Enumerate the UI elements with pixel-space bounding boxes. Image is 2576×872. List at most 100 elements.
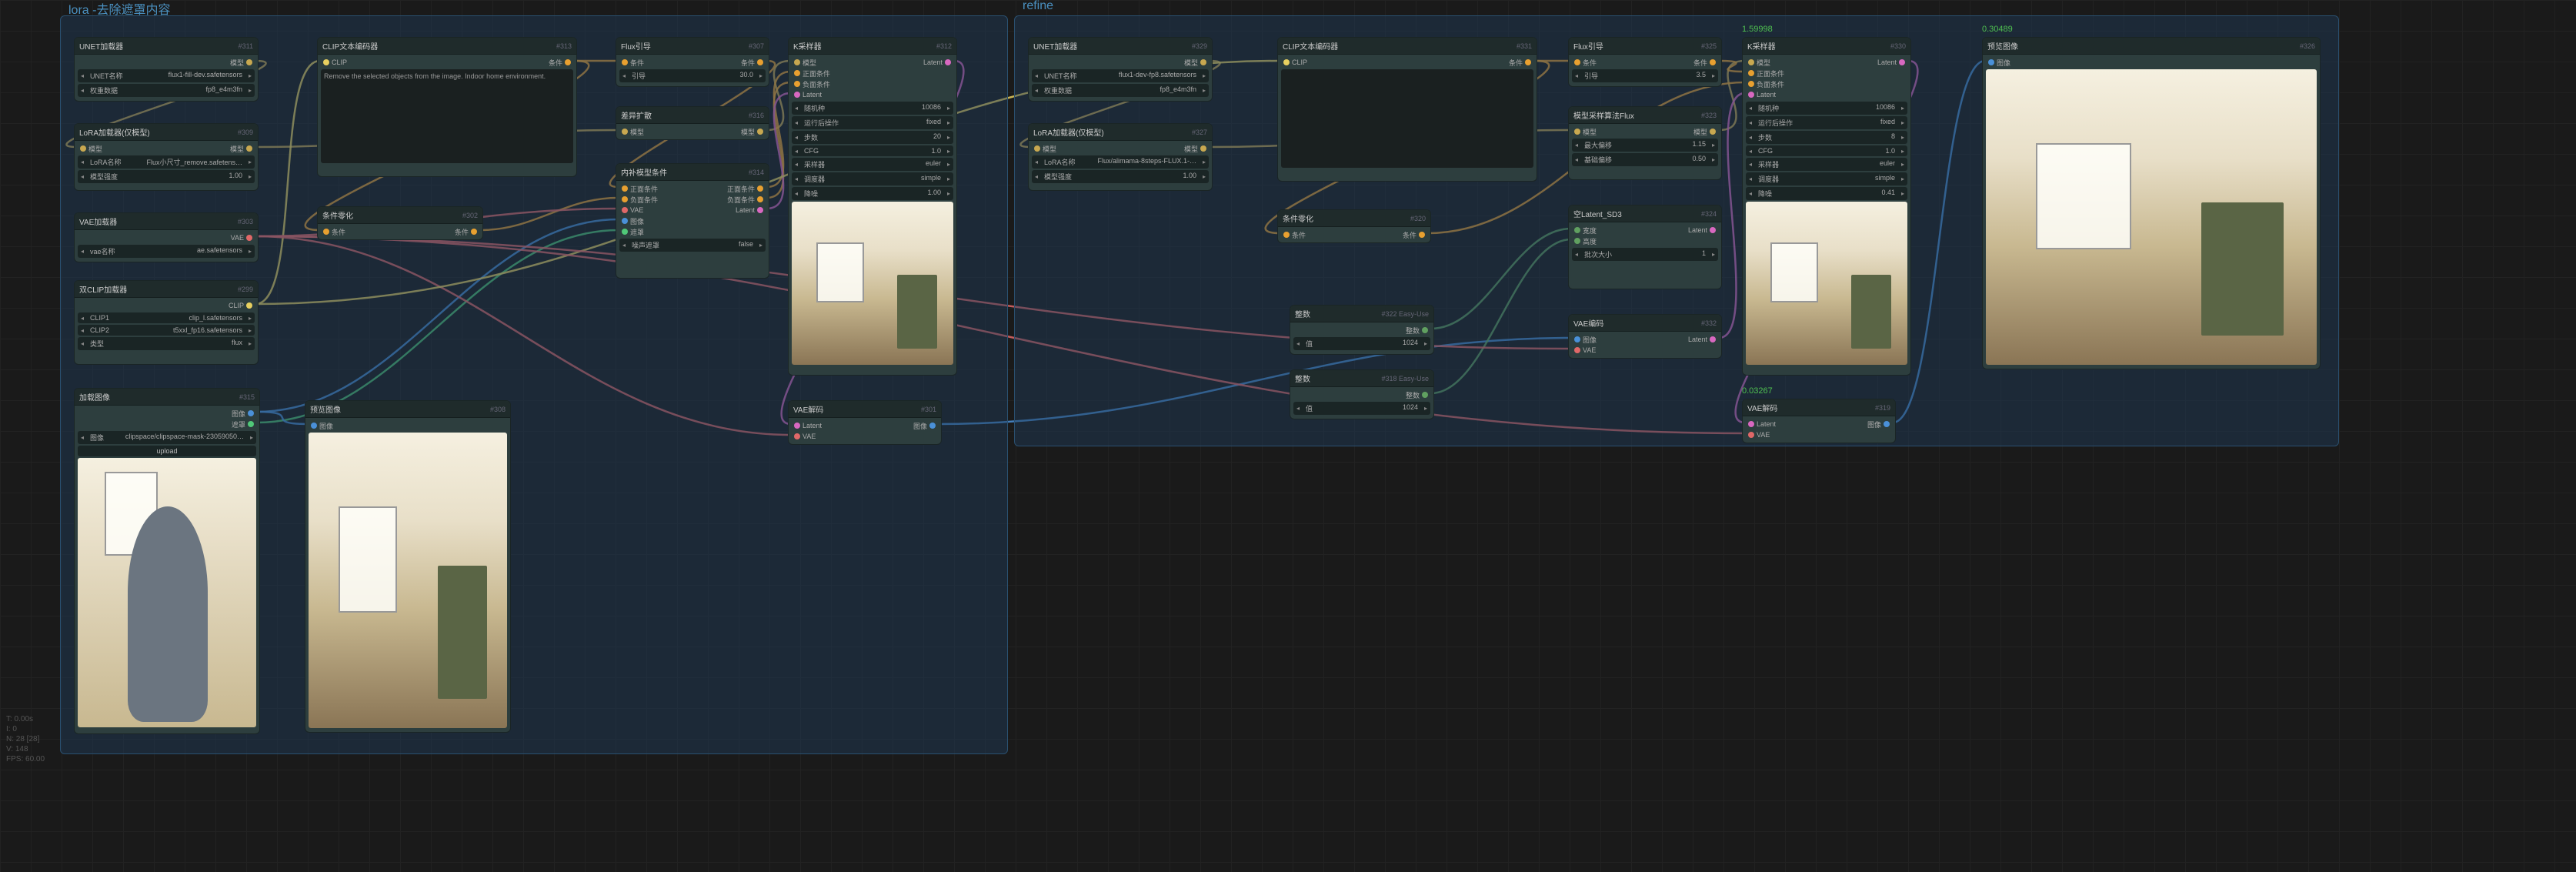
arrow-left-icon[interactable]: ◂ xyxy=(78,315,87,322)
arrow-left-icon[interactable]: ◂ xyxy=(1746,105,1755,112)
node-n303[interactable]: VAE加载器#303VAE◂vae名称ae.safetensors▸ xyxy=(74,212,259,262)
input-slot[interactable]: 负面条件 xyxy=(792,79,873,89)
node-n318[interactable]: 整数#318 Easy-Use 整数 ◂值1024▸ xyxy=(1290,369,1434,419)
output-slot[interactable]: 条件 xyxy=(1645,57,1718,68)
arrow-right-icon[interactable]: ▸ xyxy=(245,315,255,322)
node-header[interactable]: UNET加载器#311 xyxy=(75,38,258,55)
arrow-left-icon[interactable]: ◂ xyxy=(78,327,87,334)
arrow-right-icon[interactable]: ▸ xyxy=(756,242,766,249)
arrow-left-icon[interactable]: ◂ xyxy=(792,190,801,197)
widget[interactable]: ◂步数8▸ xyxy=(1746,131,1907,144)
node-n299[interactable]: 双CLIP加载器#299CLIP◂CLIP1clip_l.safetensors… xyxy=(74,280,259,365)
node-n302[interactable]: 条件零化#302条件条件 xyxy=(317,206,483,240)
widget[interactable]: ◂模型强度1.00▸ xyxy=(1032,170,1209,183)
node-header[interactable]: 加载图像#315 xyxy=(75,389,259,406)
arrow-right-icon[interactable]: ▸ xyxy=(944,134,953,141)
node-header[interactable]: 条件零化#302 xyxy=(318,207,482,224)
arrow-right-icon[interactable]: ▸ xyxy=(1421,405,1430,412)
widget[interactable]: ◂UNET名称flux1-fill-dev.safetensors▸ xyxy=(78,69,255,82)
output-slot[interactable]: 模型 xyxy=(692,126,766,137)
input-slot[interactable]: VAE xyxy=(619,205,692,215)
node-header[interactable]: 条件零化#320 xyxy=(1278,210,1430,227)
arrow-left-icon[interactable]: ◂ xyxy=(78,159,87,165)
node-header[interactable]: 差异扩散#316 xyxy=(616,107,769,124)
widget[interactable]: ◂类型flux▸ xyxy=(78,337,255,350)
upload-button[interactable]: upload xyxy=(78,446,256,456)
output-slot[interactable]: 遮罩 xyxy=(167,419,256,429)
input-slot[interactable]: 正面条件 xyxy=(1746,68,1827,79)
output-slot[interactable]: 条件 xyxy=(400,226,479,237)
arrow-left-icon[interactable]: ◂ xyxy=(78,340,87,347)
arrow-right-icon[interactable]: ▸ xyxy=(944,190,953,197)
arrow-left-icon[interactable]: ◂ xyxy=(1293,405,1303,412)
arrow-left-icon[interactable]: ◂ xyxy=(1746,148,1755,155)
node-header[interactable]: UNET加载器#329 xyxy=(1029,38,1212,55)
widget[interactable]: ◂CFG1.0▸ xyxy=(1746,145,1907,156)
arrow-right-icon[interactable]: ▸ xyxy=(1898,134,1907,141)
output-slot[interactable]: 模型 xyxy=(1120,143,1209,154)
node-header[interactable]: VAE加载器#303 xyxy=(75,213,258,230)
arrow-right-icon[interactable]: ▸ xyxy=(1898,161,1907,168)
arrow-right-icon[interactable]: ▸ xyxy=(245,173,255,180)
arrow-right-icon[interactable]: ▸ xyxy=(756,72,766,79)
widget[interactable]: ◂噪声遮罩false▸ xyxy=(619,239,766,252)
node-header[interactable]: 空Latent_SD3#324 xyxy=(1569,205,1721,222)
widget[interactable]: ◂随机种10086▸ xyxy=(1746,102,1907,115)
output-slot[interactable]: 整数 xyxy=(1362,389,1430,400)
widget[interactable]: ◂引导30.0▸ xyxy=(619,69,766,82)
arrow-left-icon[interactable]: ◂ xyxy=(1293,340,1303,347)
widget[interactable]: ◂模型强度1.00▸ xyxy=(78,170,255,183)
arrow-left-icon[interactable]: ◂ xyxy=(1032,159,1041,165)
node-n326[interactable]: 预览图像#326图像 xyxy=(1982,37,2321,369)
widget[interactable]: ◂CFG1.0▸ xyxy=(792,145,953,156)
arrow-left-icon[interactable]: ◂ xyxy=(1746,190,1755,197)
node-n320[interactable]: 条件零化#320条件条件 xyxy=(1277,209,1431,243)
arrow-left-icon[interactable]: ◂ xyxy=(1746,175,1755,182)
arrow-left-icon[interactable]: ◂ xyxy=(1572,142,1581,149)
node-n309[interactable]: LoRA加载器(仅模型)#309模型模型◂LoRA名称Flux小尺寸_remov… xyxy=(74,123,259,191)
arrow-left-icon[interactable]: ◂ xyxy=(1032,173,1041,180)
widget[interactable]: ◂基础偏移0.50▸ xyxy=(1572,153,1718,166)
node-n332[interactable]: VAE编码#332图像LatentVAE xyxy=(1568,314,1722,359)
arrow-right-icon[interactable]: ▸ xyxy=(245,340,255,347)
node-header[interactable]: Flux引导#325 xyxy=(1569,38,1721,55)
widget[interactable]: ◂降噪0.41▸ xyxy=(1746,187,1907,200)
arrow-right-icon[interactable]: ▸ xyxy=(944,148,953,155)
node-n307[interactable]: Flux引导#307条件条件◂引导30.0▸ xyxy=(616,37,769,87)
preview-image[interactable] xyxy=(1986,69,2317,365)
arrow-right-icon[interactable]: ▸ xyxy=(1200,87,1209,94)
widget[interactable]: ◂LoRA名称Flux/alimama-8steps-FLUX.1-…▸ xyxy=(1032,155,1209,169)
arrow-right-icon[interactable]: ▸ xyxy=(1898,148,1907,155)
arrow-left-icon[interactable]: ◂ xyxy=(1032,87,1041,94)
arrow-left-icon[interactable]: ◂ xyxy=(1746,119,1755,126)
input-slot[interactable]: 图像 xyxy=(309,420,408,431)
node-header[interactable]: K采样器#312 xyxy=(789,38,956,55)
arrow-left-icon[interactable]: ◂ xyxy=(1032,72,1041,79)
node-header[interactable]: 预览图像#326 xyxy=(1983,38,2320,55)
node-header[interactable]: 整数#318 Easy-Use xyxy=(1290,370,1433,387)
arrow-right-icon[interactable]: ▸ xyxy=(1709,251,1718,258)
widget[interactable]: ◂UNET名称flux1-dev-fp8.safetensors▸ xyxy=(1032,69,1209,82)
arrow-left-icon[interactable]: ◂ xyxy=(78,434,87,441)
node-n329[interactable]: UNET加载器#329模型◂UNET名称flux1-dev-fp8.safete… xyxy=(1028,37,1213,102)
input-slot[interactable]: 模型 xyxy=(1572,126,1645,137)
widget[interactable]: ◂采样器euler▸ xyxy=(792,158,953,171)
node-n311[interactable]: UNET加载器#311模型◂UNET名称flux1-fill-dev.safet… xyxy=(74,37,259,102)
node-header[interactable]: K采样器#330 xyxy=(1743,38,1910,55)
arrow-right-icon[interactable]: ▸ xyxy=(1200,72,1209,79)
widget[interactable]: ◂图像clipspace/clipspace-mask-23059050…▸ xyxy=(78,431,256,444)
widget[interactable]: ◂CLIP1clip_l.safetensors▸ xyxy=(78,312,255,323)
arrow-right-icon[interactable]: ▸ xyxy=(1200,159,1209,165)
arrow-left-icon[interactable]: ◂ xyxy=(792,175,801,182)
node-n325[interactable]: Flux引导#325条件条件◂引导3.5▸ xyxy=(1568,37,1722,87)
node-n324[interactable]: 空Latent_SD3#324宽度Latent高度◂批次大小1▸ xyxy=(1568,205,1722,289)
arrow-right-icon[interactable]: ▸ xyxy=(245,248,255,255)
preview-image[interactable] xyxy=(309,433,507,728)
widget[interactable]: ◂值1024▸ xyxy=(1293,402,1430,415)
node-header[interactable]: CLIP文本编码器#331 xyxy=(1278,38,1537,55)
node-header[interactable]: VAE解码#301 xyxy=(789,401,941,418)
text-input[interactable] xyxy=(1281,69,1533,168)
input-slot[interactable]: 条件 xyxy=(1281,229,1354,240)
arrow-right-icon[interactable]: ▸ xyxy=(944,105,953,112)
input-slot[interactable]: 图像 xyxy=(619,215,692,226)
